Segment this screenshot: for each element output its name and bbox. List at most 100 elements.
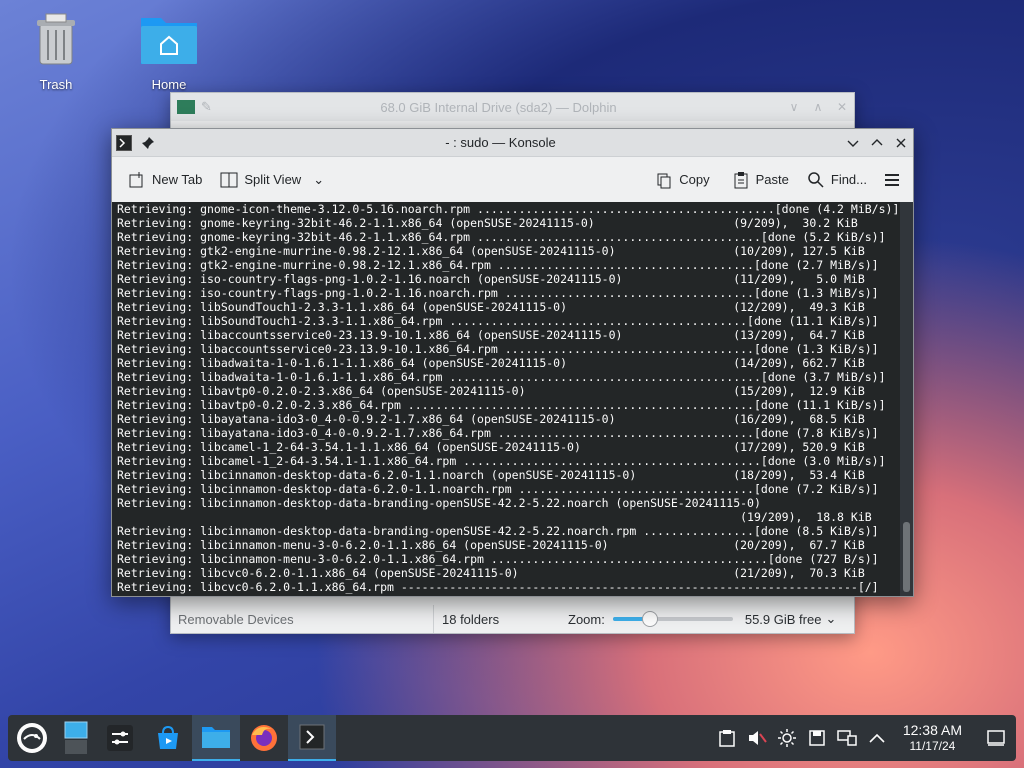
dolphin-folder-icon (202, 727, 230, 748)
taskbar-firefox[interactable] (240, 715, 288, 761)
free-space-label[interactable]: 55.9 GiB free (745, 612, 822, 627)
brightness-icon[interactable] (775, 726, 799, 750)
terminal-scrollbar[interactable] (900, 202, 913, 596)
split-view-button[interactable]: Split View ⌄ (212, 164, 332, 196)
desktop-icon-label: Trash (39, 77, 73, 92)
terminal-line: Retrieving: gtk2-engine-murrine-0.98.2-1… (117, 258, 879, 272)
terminal-line: (19/209), 18.8 KiB (740, 510, 872, 524)
konsole-window[interactable]: - : sudo — Konsole New Tab Split View ⌄ … (111, 128, 914, 597)
terminal-line: Retrieving: iso-country-flags-png-1.0.2-… (117, 286, 879, 300)
split-view-icon (220, 172, 238, 187)
settings-sliders-icon (107, 725, 133, 751)
dolphin-titlebar[interactable]: ✎ 68.0 GiB Internal Drive (sda2) — Dolph… (171, 93, 854, 121)
chevron-down-icon[interactable]: ⌄ (313, 172, 324, 188)
terminal-line: Retrieving: libcamel-1_2-64-3.54.1-1.1.x… (117, 454, 886, 468)
chevron-up-icon[interactable] (865, 726, 889, 750)
terminal-line: Retrieving: gtk2-engine-murrine-0.98.2-1… (117, 244, 865, 258)
digital-clock[interactable]: 12:38 AM 11/17/24 (895, 722, 970, 754)
hamburger-menu-button[interactable] (875, 164, 909, 196)
desktop-icon-trash[interactable]: Trash (16, 10, 96, 92)
disk-save-icon[interactable] (805, 726, 829, 750)
taskbar-discover[interactable] (144, 715, 192, 761)
clock-date: 11/17/24 (909, 739, 956, 753)
terminal-line: Retrieving: gnome-icon-theme-3.12.0-5.16… (117, 202, 900, 216)
dolphin-statusbar: Removable Devices 18 folders Zoom: 55.9 … (171, 605, 854, 633)
dolphin-close-icon[interactable]: ✕ (830, 100, 854, 114)
terminal-line: Retrieving: libcinnamon-desktop-data-6.2… (117, 468, 865, 482)
terminal-output[interactable]: Retrieving: gnome-icon-theme-3.12.0-5.16… (112, 202, 900, 596)
taskbar: 12:38 AM 11/17/24 (8, 715, 1016, 761)
taskbar-dolphin[interactable] (192, 715, 240, 761)
terminal-line: Retrieving: libcinnamon-desktop-data-bra… (117, 496, 761, 510)
places-section-removable[interactable]: Removable Devices (171, 605, 434, 633)
terminal-line: Retrieving: libayatana-ido3-0_4-0-0.9.2-… (117, 426, 879, 440)
copy-label: Copy (679, 172, 710, 187)
terminal-line: Retrieving: libaccountsservice0-23.13.9-… (117, 342, 879, 356)
firefox-icon (251, 725, 277, 751)
konsole-title: - : sudo — Konsole (445, 135, 556, 150)
copy-button[interactable]: Copy (647, 164, 717, 196)
application-launcher-button[interactable] (8, 715, 56, 761)
hamburger-menu-icon (885, 173, 899, 186)
zoom-slider-knob[interactable] (641, 611, 658, 627)
new-tab-button[interactable]: New Tab (120, 164, 210, 196)
terminal-line: Retrieving: libavtp0-0.2.0-2.3.x86_64.rp… (117, 398, 886, 412)
konsole-toolbar: New Tab Split View ⌄ Copy Paste Find... (112, 157, 913, 203)
terminal-line: Retrieving: iso-country-flags-png-1.0.2-… (117, 272, 865, 286)
konsole-icon (299, 724, 325, 750)
terminal-line: Retrieving: libcinnamon-menu-3-0-6.2.0-1… (117, 552, 879, 566)
minimize-icon[interactable] (841, 131, 865, 155)
show-desktop-button[interactable] (56, 715, 96, 761)
dolphin-title: 68.0 GiB Internal Drive (sda2) — Dolphin (380, 99, 617, 115)
paste-label: Paste (755, 172, 789, 187)
folder-count: 18 folders (442, 611, 500, 627)
copy-icon (657, 173, 671, 188)
desktop-pager-icon (64, 721, 88, 754)
taskbar-konsole[interactable] (288, 715, 336, 761)
find-button[interactable]: Find... (799, 164, 875, 196)
desktop-icon-label: Home (151, 77, 187, 92)
clock-time: 12:38 AM (902, 722, 962, 738)
zoom-slider[interactable] (612, 611, 733, 627)
opensuse-logo-icon (17, 723, 47, 753)
clipboard-icon[interactable] (715, 726, 739, 750)
terminal-line: Retrieving: libcvc0-6.2.0-1.1.x86_64.rpm… (117, 580, 879, 594)
pin-icon[interactable] (136, 131, 160, 155)
volume-muted-icon[interactable] (745, 726, 769, 750)
dolphin-maximize-icon[interactable]: ∧ (806, 100, 830, 114)
terminal-line: Retrieving: libadwaita-1-0-1.6.1-1.1.x86… (117, 356, 865, 370)
terminal-line: Retrieving: libSoundTouch1-2.3.3-1.1.x86… (117, 314, 879, 328)
chevron-down-icon[interactable]: ⌄ (825, 611, 836, 627)
paste-button[interactable]: Paste (724, 164, 797, 196)
dolphin-collapse-icon[interactable]: ∨ (782, 100, 806, 114)
dolphin-app-icon (177, 100, 195, 114)
terminal-line: Retrieving: libaccountsservice0-23.13.9-… (117, 328, 865, 342)
terminal-line: Retrieving: libcinnamon-desktop-data-bra… (117, 524, 879, 538)
terminal-line: Retrieving: libSoundTouch1-2.3.3-1.1.x86… (117, 300, 865, 314)
terminal-line: Retrieving: gnome-keyring-32bit-46.2-1.1… (117, 216, 858, 230)
search-icon (808, 171, 824, 188)
desktop-icon-home[interactable]: Home (129, 10, 209, 92)
konsole-titlebar[interactable]: - : sudo — Konsole (112, 129, 913, 157)
new-tab-label: New Tab (152, 172, 203, 187)
network-wired-icon[interactable] (835, 726, 859, 750)
maximize-icon[interactable] (865, 131, 889, 155)
terminal-line: Retrieving: libcvc0-6.2.0-1.1.x86_64 (op… (117, 566, 865, 580)
pin-icon[interactable]: ✎ (201, 99, 215, 115)
close-icon[interactable] (889, 131, 913, 155)
zoom-label: Zoom: (568, 611, 605, 627)
split-view-label: Split View (244, 172, 302, 187)
taskbar-system-settings[interactable] (96, 715, 144, 761)
paste-icon (734, 171, 748, 188)
scrollbar-thumb[interactable] (903, 522, 910, 592)
find-label: Find... (830, 172, 867, 187)
terminal-line: Retrieving: libcamel-1_2-64-3.54.1-1.1.x… (117, 440, 865, 454)
terminal-line: Retrieving: libavtp0-0.2.0-2.3.x86_64 (o… (117, 384, 865, 398)
terminal-line: Retrieving: libcinnamon-menu-3-0-6.2.0-1… (117, 538, 865, 552)
home-folder-icon (141, 18, 197, 64)
terminal-line: Retrieving: libadwaita-1-0-1.6.1-1.1.x86… (117, 370, 886, 384)
system-tray: 12:38 AM 11/17/24 (715, 722, 1016, 754)
terminal-line: Retrieving: libayatana-ido3-0_4-0-0.9.2-… (117, 412, 865, 426)
show-desktop-icon[interactable] (984, 726, 1008, 750)
terminal-text: Retrieving: gnome-icon-theme-3.12.0-5.16… (112, 202, 900, 594)
